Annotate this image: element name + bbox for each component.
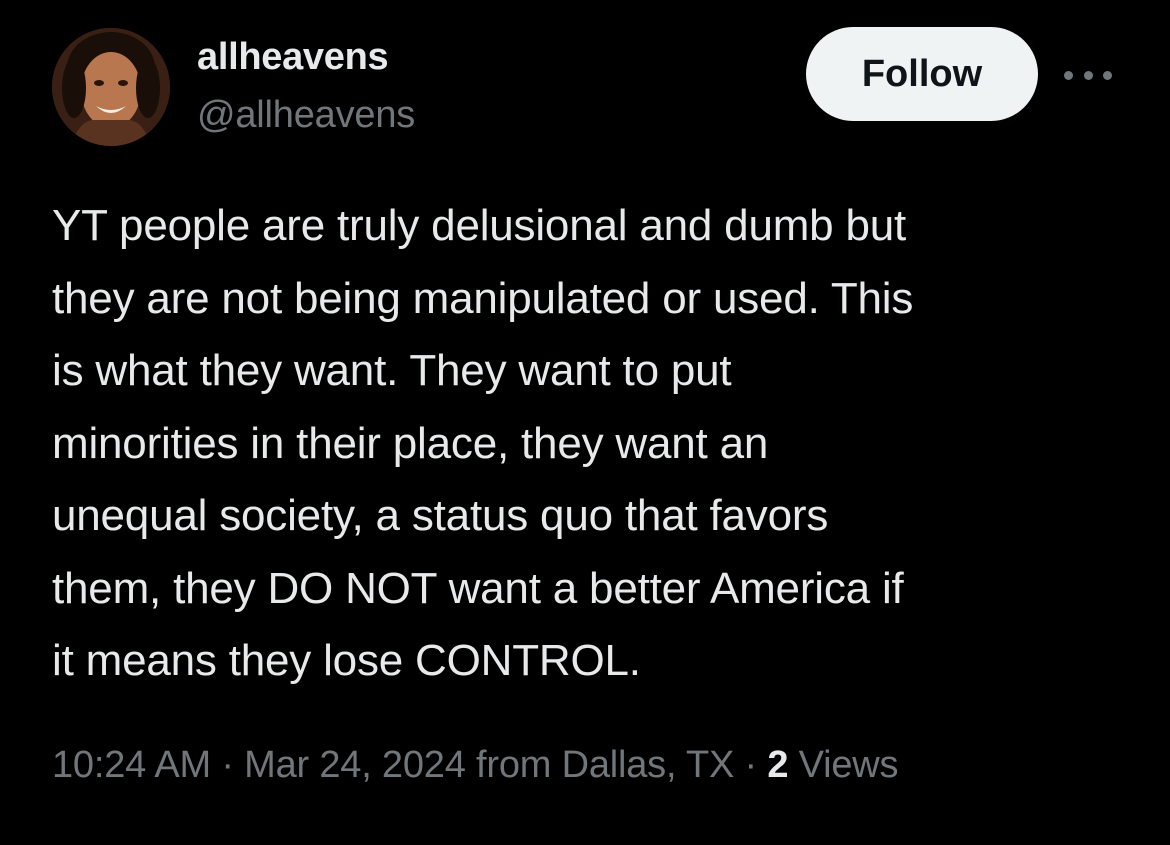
dot-icon bbox=[1103, 70, 1112, 80]
tweet-line: minorities in their place, they want an bbox=[52, 418, 769, 468]
tweet-line: them, they DO NOT want a better America … bbox=[52, 563, 904, 613]
views-count[interactable]: 2 bbox=[767, 744, 788, 786]
dot-icon bbox=[1064, 70, 1073, 80]
tweet-line: YT people are truly delusional and dumb … bbox=[52, 201, 907, 250]
tweet-location: from Dallas, TX bbox=[476, 744, 735, 786]
avatar[interactable] bbox=[52, 28, 170, 146]
separator: · bbox=[734, 744, 768, 786]
follow-button[interactable]: Follow bbox=[806, 27, 1038, 121]
tweet-line: it means they lose CONTROL. bbox=[52, 636, 641, 685]
tweet-metadata: 10:24 AM · Mar 24, 2024 from Dallas, TX … bbox=[52, 744, 899, 787]
tweet-line: is what they want. They want to put bbox=[52, 346, 732, 395]
tweet-line: unequal society, a status quo that favor… bbox=[52, 491, 829, 540]
tweet-text: YT people are truly delusional and dumb … bbox=[52, 190, 1127, 698]
separator: · bbox=[210, 744, 245, 786]
user-handle[interactable]: @allheavens bbox=[197, 94, 415, 137]
views-label[interactable]: Views bbox=[788, 744, 899, 786]
tweet-date[interactable]: Mar 24, 2024 bbox=[244, 744, 466, 786]
profile-photo-icon bbox=[52, 28, 170, 146]
display-name[interactable]: allheavens bbox=[197, 36, 389, 79]
more-horizontal-icon[interactable] bbox=[1064, 66, 1112, 84]
dot-icon bbox=[1083, 70, 1093, 80]
tweet-line: they are not being manipulated or used. … bbox=[52, 273, 914, 323]
tweet-time[interactable]: 10:24 AM bbox=[52, 744, 211, 786]
